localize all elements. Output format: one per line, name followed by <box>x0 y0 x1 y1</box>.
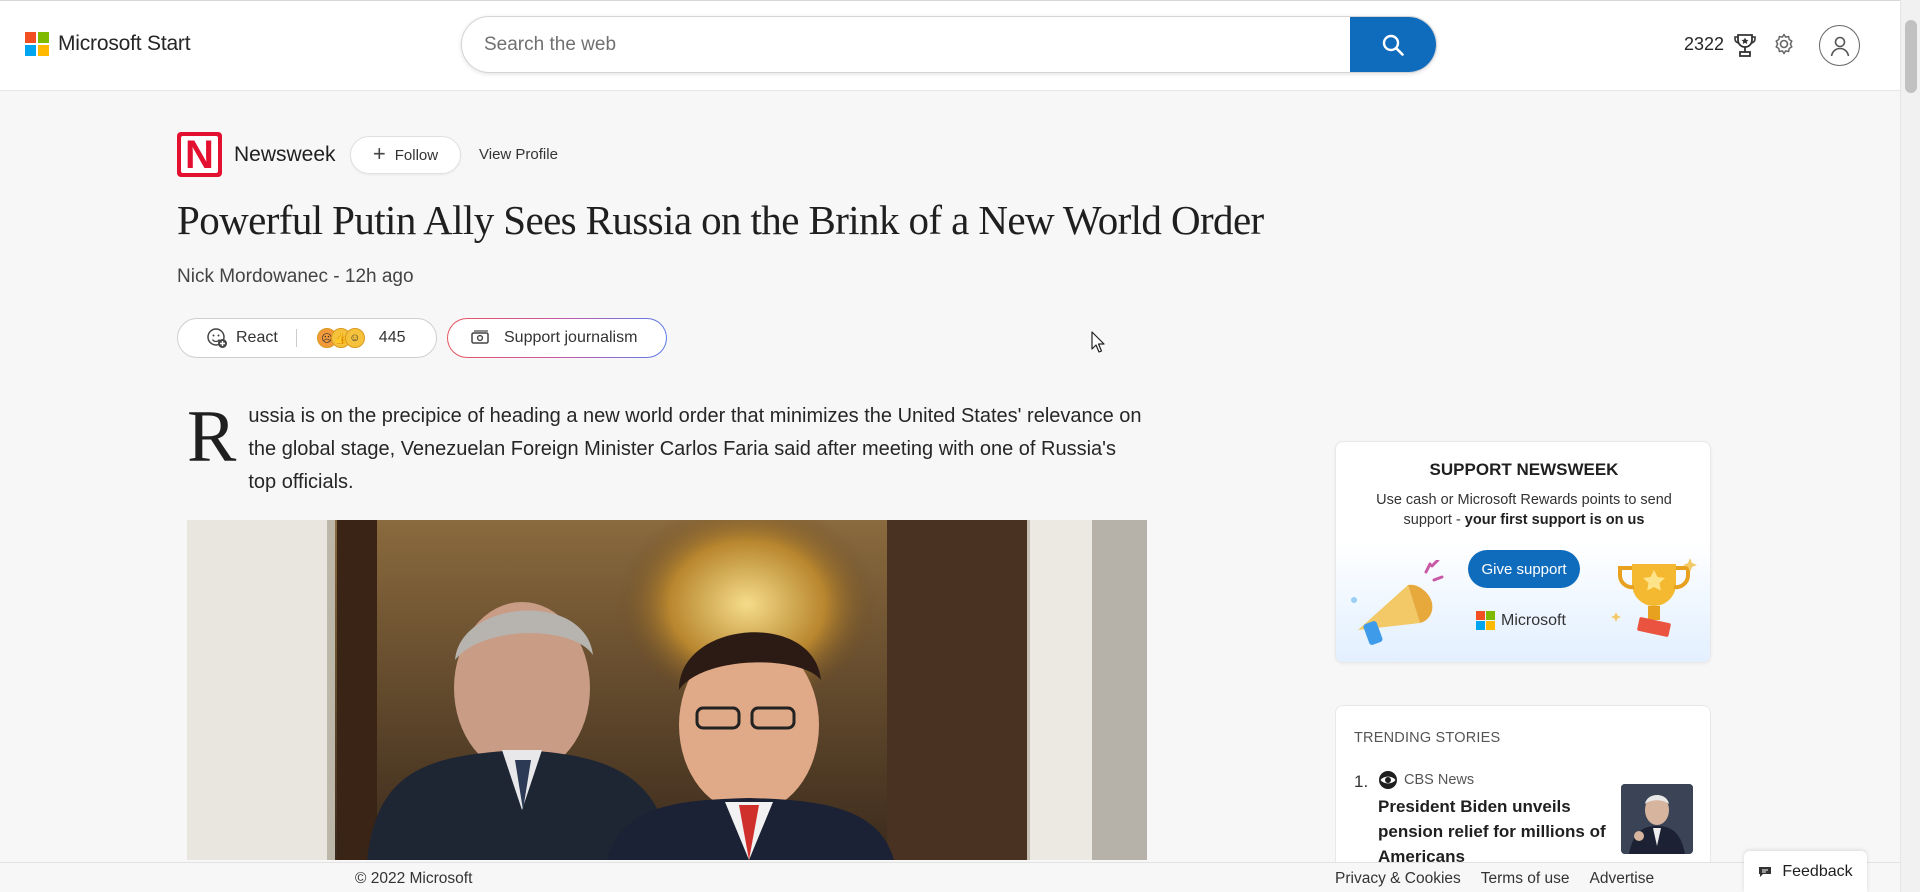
article-byline: Nick Mordowanec - 12h ago <box>177 266 414 287</box>
react-button[interactable]: React ☹ 👍 ☺ 445 <box>177 318 437 358</box>
cbs-eye-logo-icon <box>1379 771 1397 789</box>
lead-paragraph: ussia is on the precipice of heading a n… <box>248 405 1142 493</box>
support-card-description: Use cash or Microsoft Rewards points to … <box>1366 490 1682 530</box>
support-card-title: SUPPORT NEWSWEEK <box>1429 460 1619 479</box>
react-smiley-add-icon <box>207 328 227 348</box>
trending-item-source[interactable]: CBS News <box>1378 770 1474 790</box>
support-journalism-label: Support journalism <box>504 329 638 346</box>
footer-link-privacy[interactable]: Privacy & Cookies <box>1335 870 1461 888</box>
trending-source-name: CBS News <box>1404 772 1475 788</box>
newsweek-logo-letter: N <box>181 135 218 175</box>
support-newsweek-card: SUPPORT NEWSWEEK Use cash or Microsoft R… <box>1335 441 1711 663</box>
feedback-chat-icon <box>1759 866 1772 877</box>
rewards-points[interactable]: 2322 <box>1684 34 1724 55</box>
publisher-name[interactable]: Newsweek <box>234 143 336 167</box>
rewards-trophy-icon[interactable] <box>1733 32 1757 58</box>
mouse-cursor-icon <box>1091 331 1105 353</box>
trending-thumbnail-image <box>1621 784 1693 854</box>
brand-name: Microsoft Start <box>58 32 191 55</box>
search-icon <box>1382 34 1404 56</box>
newsweek-logo[interactable]: N <box>177 132 222 177</box>
settings-gear-icon[interactable] <box>1772 32 1796 56</box>
microsoft-brand: Microsoft <box>1476 611 1566 630</box>
hero-photo <box>187 520 1147 860</box>
trending-item-thumbnail[interactable] <box>1621 784 1693 854</box>
scrollbar-thumb[interactable] <box>1905 20 1917 93</box>
microsoft-logo-icon <box>1476 611 1495 630</box>
search-button[interactable] <box>1350 17 1436 72</box>
article-lead: R ussia is on the precipice of heading a… <box>187 400 1147 499</box>
footer-link-terms[interactable]: Terms of use <box>1481 870 1570 888</box>
plus-icon: + <box>372 141 386 166</box>
trending-item-headline[interactable]: President Biden unveils pension relief f… <box>1378 794 1608 869</box>
support-journalism-button[interactable]: Support journalism <box>447 318 667 358</box>
drop-cap: R <box>187 396 237 478</box>
footer-links: Privacy & Cookies Terms of use Advertise <box>1335 870 1654 888</box>
reaction-count: 445 <box>378 329 406 346</box>
react-label: React <box>236 329 278 346</box>
reaction-emojis: ☹ 👍 ☺ <box>316 328 365 348</box>
trophy-illustration-icon <box>1611 558 1697 637</box>
page-footer: © 2022 Microsoft Privacy & Cookies Terms… <box>0 862 1900 892</box>
page-scrollbar[interactable] <box>1900 0 1920 892</box>
copyright: © 2022 Microsoft <box>355 870 473 887</box>
megaphone-illustration-icon <box>1351 560 1444 645</box>
money-icon <box>471 330 489 344</box>
trending-item-number: 1. <box>1354 772 1369 791</box>
article-title: Powerful Putin Ally Sees Russia on the B… <box>177 197 1264 243</box>
microsoft-brand-label: Microsoft <box>1501 611 1566 629</box>
trending-title: TRENDING STORIES <box>1354 730 1501 746</box>
search-bar <box>461 16 1437 73</box>
profile-avatar[interactable] <box>1819 25 1860 66</box>
give-support-button[interactable]: Give support <box>1468 550 1580 588</box>
divider <box>295 329 297 347</box>
feedback-button[interactable]: Feedback <box>1744 851 1867 892</box>
top-header: Microsoft Start 2322 <box>0 0 1900 91</box>
view-profile-link[interactable]: View Profile <box>479 146 558 163</box>
support-card-desc-bold: your first support is on us <box>1464 512 1645 528</box>
laughing-emoji-icon: ☺ <box>344 328 365 348</box>
feedback-label: Feedback <box>1782 862 1853 880</box>
search-input[interactable] <box>462 17 1350 72</box>
follow-button[interactable]: + Follow <box>350 136 461 174</box>
follow-label: Follow <box>394 146 439 164</box>
microsoft-logo-icon <box>25 32 49 56</box>
brand-link[interactable]: Microsoft Start <box>25 32 191 56</box>
user-icon <box>1830 36 1849 56</box>
footer-link-advertise[interactable]: Advertise <box>1590 870 1655 888</box>
article-hero-image[interactable] <box>187 520 1147 860</box>
